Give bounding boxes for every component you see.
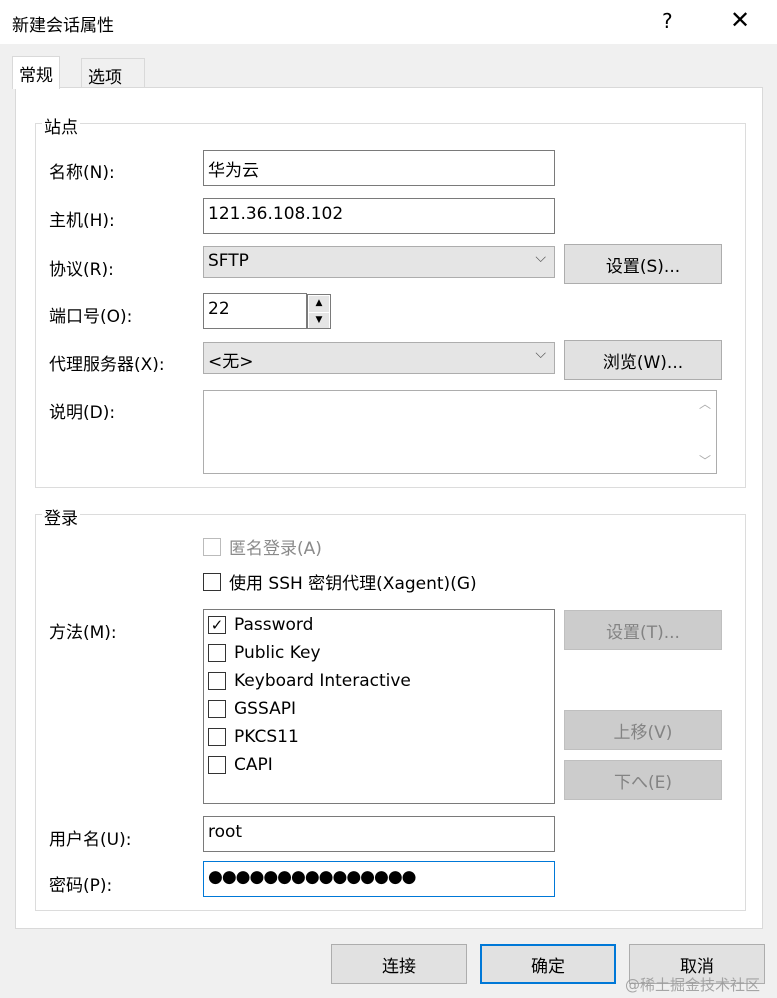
window-title: 新建会话属性 bbox=[12, 16, 114, 36]
proxy-label: 代理服务器(X): bbox=[49, 355, 165, 375]
port-label: 端口号(O): bbox=[49, 307, 133, 327]
tab-options[interactable]: 选项 bbox=[81, 58, 145, 88]
password-input[interactable]: ●●●●●●●●●●●●●●● bbox=[203, 861, 555, 897]
ok-button[interactable]: 确定 bbox=[480, 944, 616, 984]
method-item-gssapi[interactable]: GSSAPI bbox=[208, 699, 296, 719]
description-label: 说明(D): bbox=[49, 403, 116, 423]
anonymous-label: 匿名登录(A) bbox=[229, 539, 322, 559]
tab-general[interactable]: 常规 bbox=[12, 56, 60, 89]
description-textarea[interactable]: ︿ ﹀ bbox=[203, 390, 717, 474]
checkbox-icon bbox=[208, 728, 226, 746]
port-input[interactable]: 22 bbox=[203, 293, 307, 329]
protocol-label: 协议(R): bbox=[49, 260, 114, 280]
name-input[interactable]: 华为云 bbox=[203, 150, 555, 186]
stepper-down-icon[interactable]: ▼ bbox=[309, 313, 329, 328]
move-down-button[interactable]: 下へ(E) bbox=[564, 760, 722, 800]
scroll-up-icon[interactable]: ︿ bbox=[694, 395, 716, 412]
chevron-down-icon: ⌵ bbox=[535, 346, 546, 362]
username-label: 用户名(U): bbox=[49, 830, 132, 850]
protocol-value: SFTP bbox=[208, 251, 249, 271]
check-icon: ✓ bbox=[208, 616, 226, 634]
host-label: 主机(H): bbox=[49, 211, 115, 231]
connect-button[interactable]: 连接 bbox=[331, 944, 467, 984]
browse-button[interactable]: 浏览(W)... bbox=[564, 340, 722, 380]
method-label-text: GSSAPI bbox=[234, 699, 296, 719]
title-bar bbox=[0, 0, 777, 44]
protocol-select[interactable]: SFTP ⌵ bbox=[203, 246, 555, 278]
method-item-public-key[interactable]: Public Key bbox=[208, 643, 321, 663]
scroll-down-icon[interactable]: ﹀ bbox=[694, 452, 716, 469]
method-label-text: CAPI bbox=[234, 755, 273, 775]
checkbox-icon bbox=[203, 572, 221, 591]
chevron-down-icon: ⌵ bbox=[535, 250, 546, 266]
proxy-value: <无> bbox=[208, 352, 254, 372]
scrollbar[interactable]: ︿ ﹀ bbox=[694, 391, 716, 473]
method-label-text: Public Key bbox=[234, 643, 321, 663]
method-item-pkcs11[interactable]: PKCS11 bbox=[208, 727, 299, 747]
move-up-button[interactable]: 上移(V) bbox=[564, 710, 722, 750]
method-label: 方法(M): bbox=[49, 623, 117, 643]
site-legend: 站点 bbox=[42, 113, 80, 138]
method-settings-button[interactable]: 设置(T)... bbox=[564, 610, 722, 650]
password-label: 密码(P): bbox=[49, 876, 113, 896]
method-label-text: PKCS11 bbox=[234, 727, 299, 747]
anonymous-checkbox[interactable]: 匿名登录(A) bbox=[203, 534, 322, 559]
watermark: @稀土掘金技术社区 bbox=[625, 976, 761, 994]
login-legend: 登录 bbox=[42, 504, 80, 529]
checkbox-icon bbox=[203, 537, 221, 556]
ssh-agent-checkbox[interactable]: 使用 SSH 密钥代理(Xagent)(G) bbox=[203, 569, 477, 594]
port-stepper[interactable]: ▲ ▼ bbox=[307, 294, 331, 329]
checkbox-icon bbox=[208, 756, 226, 774]
ssh-agent-label: 使用 SSH 密钥代理(Xagent)(G) bbox=[229, 574, 477, 594]
method-label-text: Password bbox=[234, 615, 314, 635]
username-input[interactable]: root bbox=[203, 816, 555, 852]
checkbox-icon bbox=[208, 700, 226, 718]
help-button[interactable]: ? bbox=[662, 9, 673, 33]
method-label-text: Keyboard Interactive bbox=[234, 671, 411, 691]
method-item-password[interactable]: ✓ Password bbox=[208, 615, 313, 635]
proxy-select[interactable]: <无> ⌵ bbox=[203, 342, 555, 374]
checkbox-icon bbox=[208, 644, 226, 662]
protocol-settings-button[interactable]: 设置(S)... bbox=[564, 244, 722, 284]
stepper-up-icon[interactable]: ▲ bbox=[309, 296, 329, 312]
name-label: 名称(N): bbox=[49, 163, 115, 183]
method-item-capi[interactable]: CAPI bbox=[208, 755, 273, 775]
method-item-keyboard-interactive[interactable]: Keyboard Interactive bbox=[208, 671, 411, 691]
checkbox-icon bbox=[208, 672, 226, 690]
close-button[interactable]: ✕ bbox=[730, 6, 750, 34]
method-list[interactable]: ✓ Password Public Key Keyboard Interactiv… bbox=[203, 609, 555, 804]
host-input[interactable]: 121.36.108.102 bbox=[203, 198, 555, 234]
